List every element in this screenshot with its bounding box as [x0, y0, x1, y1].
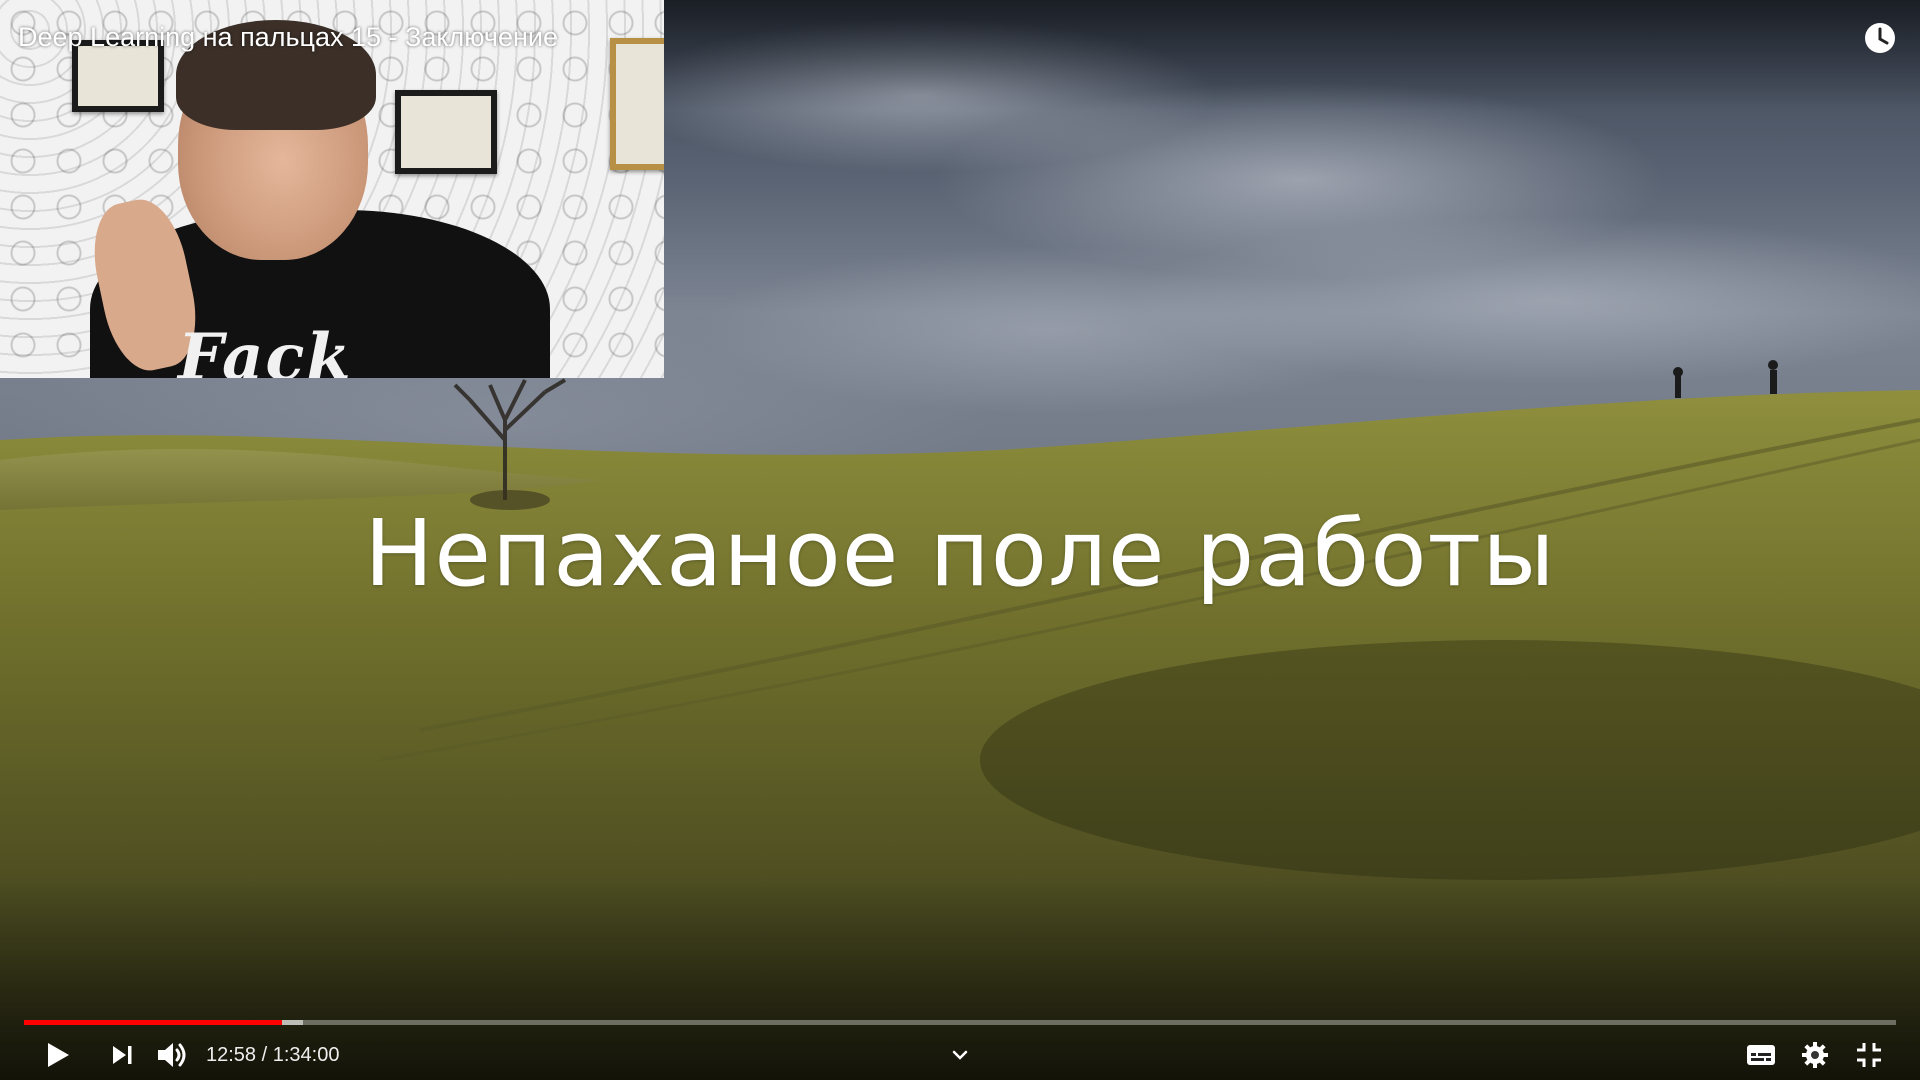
exit-fullscreen-button[interactable]	[1850, 1030, 1888, 1080]
volume-icon	[158, 1043, 186, 1067]
time-display: 12:58 / 1:34:00	[206, 1030, 339, 1080]
play-icon	[48, 1043, 69, 1067]
watch-later-button[interactable]	[1862, 20, 1898, 56]
subtitles-button[interactable]	[1742, 1030, 1780, 1080]
play-button[interactable]	[40, 1030, 76, 1080]
next-icon	[113, 1046, 132, 1064]
gear-icon	[1802, 1042, 1828, 1068]
duration: 1:34:00	[272, 1043, 340, 1066]
chapters-toggle[interactable]	[944, 1030, 976, 1080]
shirt-print: Fack	[178, 320, 353, 378]
volume-button[interactable]	[154, 1030, 190, 1080]
video-title[interactable]: Deep Learning на пальцах 15 - Заключение	[18, 20, 558, 54]
chevron-down-icon	[952, 1050, 968, 1060]
current-time: 12:58	[206, 1043, 257, 1066]
next-button[interactable]	[104, 1030, 140, 1080]
slide-caption: Непаханое поле работы	[364, 500, 1556, 607]
control-bar: 12:58 / 1:34:00	[0, 1030, 1920, 1080]
presenter-inset: Fack	[0, 0, 664, 378]
progress-bar[interactable]	[24, 1020, 1896, 1025]
subtitles-icon	[1747, 1045, 1775, 1065]
time-separator: /	[256, 1043, 273, 1066]
wall-picture-frame	[395, 90, 497, 174]
exit-fullscreen-icon	[1857, 1043, 1881, 1067]
clock-icon	[1865, 23, 1895, 53]
settings-button[interactable]	[1796, 1030, 1834, 1080]
progress-played	[24, 1020, 283, 1025]
video-player[interactable]: Непаханое поле работы Fack Deep Learning…	[0, 0, 1920, 1080]
wall-picture-frame	[610, 38, 664, 170]
progress-track	[24, 1020, 1896, 1025]
